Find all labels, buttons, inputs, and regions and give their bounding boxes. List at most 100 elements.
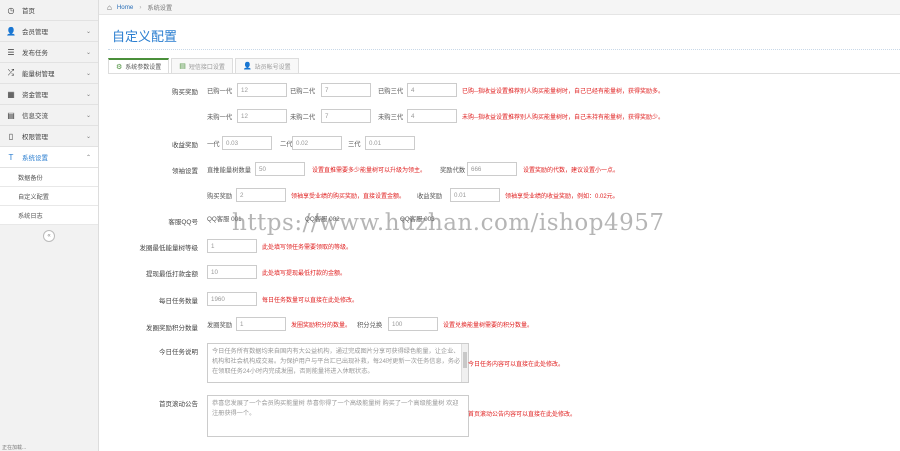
sidebar-item-label: 信息交流: [22, 113, 48, 120]
sidebar-item-messages[interactable]: ▤ 信息交流 ⌄: [0, 105, 98, 126]
field-label: 积分兑换: [357, 322, 383, 329]
tab-label: 系统参数设置: [125, 65, 162, 71]
help-note: 此处填写领任务需要领取的等级。: [262, 245, 353, 251]
sidebar: ◷ 首页 👤 会员管理 ⌄ ☰ 发布任务 ⌄ ⤮ 能量树管理 ⌄ ▦ 资金管理 …: [0, 0, 99, 451]
reward-generations-input[interactable]: 666: [467, 162, 517, 176]
chevron-down-icon: ⌄: [85, 112, 91, 119]
field-label: 发圈奖励: [207, 322, 233, 329]
unbought-gen3-input[interactable]: 4: [407, 109, 457, 123]
leader-buy-reward-input[interactable]: 2: [236, 188, 286, 202]
field-label: 已购一代: [207, 88, 233, 95]
home-icon: ⌂: [107, 2, 112, 12]
field-label: 一代: [207, 141, 220, 148]
help-note: 每日任务数量可以直接在此处修改。: [262, 298, 359, 304]
sidebar-item-label: 首页: [22, 8, 35, 15]
sidebar-subitem-custom-config[interactable]: 自定义配置: [0, 187, 98, 206]
sidebar-item-permissions[interactable]: ▯ 权限管理 ⌄: [0, 126, 98, 147]
direct-count-input[interactable]: 50: [255, 162, 305, 176]
sidebar-item-label: 资金管理: [22, 92, 48, 99]
sidebar-item-home[interactable]: ◷ 首页: [0, 0, 98, 21]
bought-gen2-input[interactable]: 7: [321, 83, 371, 97]
chevron-down-icon: ⌄: [85, 49, 91, 56]
sidebar-item-tasks[interactable]: ☰ 发布任务 ⌄: [0, 42, 98, 63]
help-note: 设置兑换能量树需要的积分数量。: [443, 323, 534, 329]
sidebar-item-system-settings[interactable]: T 系统设置 ⌃: [0, 147, 98, 168]
help-note: 设置直推需要多少能量树可以升级为领主。: [312, 168, 427, 174]
breadcrumb-home-link[interactable]: Home: [117, 4, 134, 11]
dashboard-icon: ◷: [7, 5, 15, 15]
breadcrumb: ⌂ Home › 系统设置: [99, 0, 900, 15]
field-label: 未购三代: [378, 114, 404, 121]
help-note: 今日任务内容可以直接在此处修改。: [468, 362, 565, 368]
help-note: 此处填写提现最低打款的金额。: [262, 271, 347, 277]
help-note: 已购--指收益设置推荐别人购买能量树时，自己已经有能量树，获得奖励多。: [462, 89, 664, 95]
field-label: 未购一代: [207, 114, 233, 121]
page-title: 自定义配置: [112, 29, 178, 44]
daily-notice-text: 今日任务所有数据均来自国内有大公益机构，通过完成图片分享可获得绿色能量，让企业、…: [212, 348, 461, 375]
daily-notice-textarea[interactable]: 今日任务所有数据均来自国内有大公益机构，通过完成图片分享可获得绿色能量，让企业、…: [207, 343, 469, 383]
daily-notice-label: 今日任务说明: [159, 349, 198, 356]
unbought-gen2-input[interactable]: 7: [321, 109, 371, 123]
withdraw-min-label: 提现最低打款金额: [146, 271, 198, 278]
scrollbar[interactable]: [461, 344, 468, 382]
sidebar-item-energy-tree[interactable]: ⤮ 能量树管理 ⌄: [0, 63, 98, 84]
sidebar-item-funds[interactable]: ▦ 资金管理 ⌄: [0, 84, 98, 105]
watermark: https://www.huzhan.com/ishop4957: [232, 210, 665, 236]
chat-icon: ▤: [7, 110, 15, 120]
tab-sms-settings[interactable]: ▤ 短信接口设置: [171, 58, 233, 73]
sidebar-subitem-system-log[interactable]: 系统日志: [0, 206, 98, 225]
scroll-notice-textarea[interactable]: 恭喜您发展了一个会员购买能量树 恭喜你得了一个高级能量树 购买了一个高级能量树 …: [207, 395, 469, 437]
help-note: 首页滚动公告内容可以直接在此处修改。: [468, 412, 577, 418]
daily-tasks-label: 每日任务数量: [159, 298, 198, 305]
chevron-down-icon: ⌄: [85, 28, 91, 35]
sidebar-item-members[interactable]: 👤 会员管理 ⌄: [0, 21, 98, 42]
sidebar-item-label: 系统设置: [22, 155, 48, 162]
income-gen1-input[interactable]: 0.03: [222, 136, 272, 150]
tab-account-settings[interactable]: 👤 站员帐号设置: [234, 58, 299, 73]
service-qq-label: 客服QQ号: [168, 219, 198, 226]
calendar-icon: ▦: [7, 89, 15, 99]
field-label: 二代: [280, 141, 293, 148]
min-task-level-input[interactable]: 1: [207, 239, 257, 253]
chevron-up-icon: ⌃: [85, 154, 91, 161]
income-gen3-input[interactable]: 0.01: [365, 136, 415, 150]
field-label: 未购二代: [290, 114, 316, 121]
breadcrumb-current: 系统设置: [147, 4, 173, 12]
withdraw-min-input[interactable]: 10: [207, 265, 257, 279]
chevron-down-icon: ⌄: [85, 91, 91, 98]
task-reward-input[interactable]: 1: [236, 317, 286, 331]
daily-tasks-input[interactable]: 1960: [207, 292, 257, 306]
user-icon: 👤: [242, 63, 252, 70]
field-label: 直推能量树数量: [207, 167, 252, 174]
points-exchange-input[interactable]: 100: [388, 317, 438, 331]
sidebar-subitem-backup[interactable]: 数据备份: [0, 168, 98, 187]
income-gen2-input[interactable]: 0.02: [292, 136, 342, 150]
user-icon: 👤: [6, 26, 16, 36]
field-label: 购买奖励: [207, 193, 233, 200]
tab-label: 短信接口设置: [188, 64, 225, 71]
leader-income-reward-input[interactable]: 0.01: [450, 188, 500, 202]
divider: [108, 49, 900, 50]
unbought-gen1-input[interactable]: 12: [237, 109, 287, 123]
tab-bar: ⚙ 系统参数设置 ▤ 短信接口设置 👤 站员帐号设置: [108, 58, 301, 73]
sidebar-item-label: 权限管理: [22, 134, 48, 141]
bought-gen3-input[interactable]: 4: [407, 83, 457, 97]
sidebar-item-label: 发布任务: [22, 50, 48, 57]
field-label: 三代: [348, 141, 361, 148]
gear-icon: ⚙: [116, 63, 123, 71]
tab-system-params[interactable]: ⚙ 系统参数设置: [108, 58, 170, 73]
min-task-level-label: 发圈最低能量树等级: [139, 245, 199, 252]
field-label: 奖励代数: [440, 167, 466, 174]
field-label: 收益奖励: [417, 193, 443, 200]
help-note: 未购--指收益设置推荐别人购买能量树时，自己未持有能量树，获得奖励少。: [462, 115, 664, 121]
leader-setting-label: 领袖设置: [172, 168, 198, 175]
status-text: 正在加载...: [2, 445, 27, 451]
collapse-sidebar-button[interactable]: «: [43, 230, 55, 242]
help-note: 设置奖励的代数，建议设置小一点。: [523, 168, 620, 174]
sidebar-item-label: 会员管理: [22, 29, 48, 36]
doc-icon: ▯: [8, 131, 14, 141]
bought-gen1-input[interactable]: 12: [237, 83, 287, 97]
table-icon: ▤: [179, 63, 186, 70]
list-icon: ☰: [7, 47, 15, 57]
task-reward-label: 发圈奖励积分数量: [146, 325, 198, 332]
